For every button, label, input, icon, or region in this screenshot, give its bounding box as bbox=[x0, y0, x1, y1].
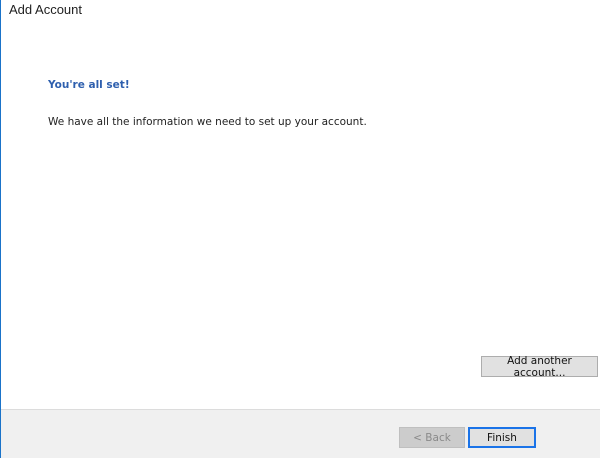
success-message: We have all the information we need to s… bbox=[48, 116, 367, 128]
add-account-dialog: Add Account You're all set! We have all … bbox=[0, 0, 600, 458]
finish-button[interactable]: Finish bbox=[468, 427, 536, 448]
add-another-account-button[interactable]: Add another account... bbox=[481, 355, 598, 379]
success-heading: You're all set! bbox=[48, 79, 130, 91]
dialog-footer: < Back Finish bbox=[1, 409, 600, 458]
window-title: Add Account bbox=[9, 2, 82, 17]
back-button[interactable]: < Back bbox=[399, 427, 465, 448]
